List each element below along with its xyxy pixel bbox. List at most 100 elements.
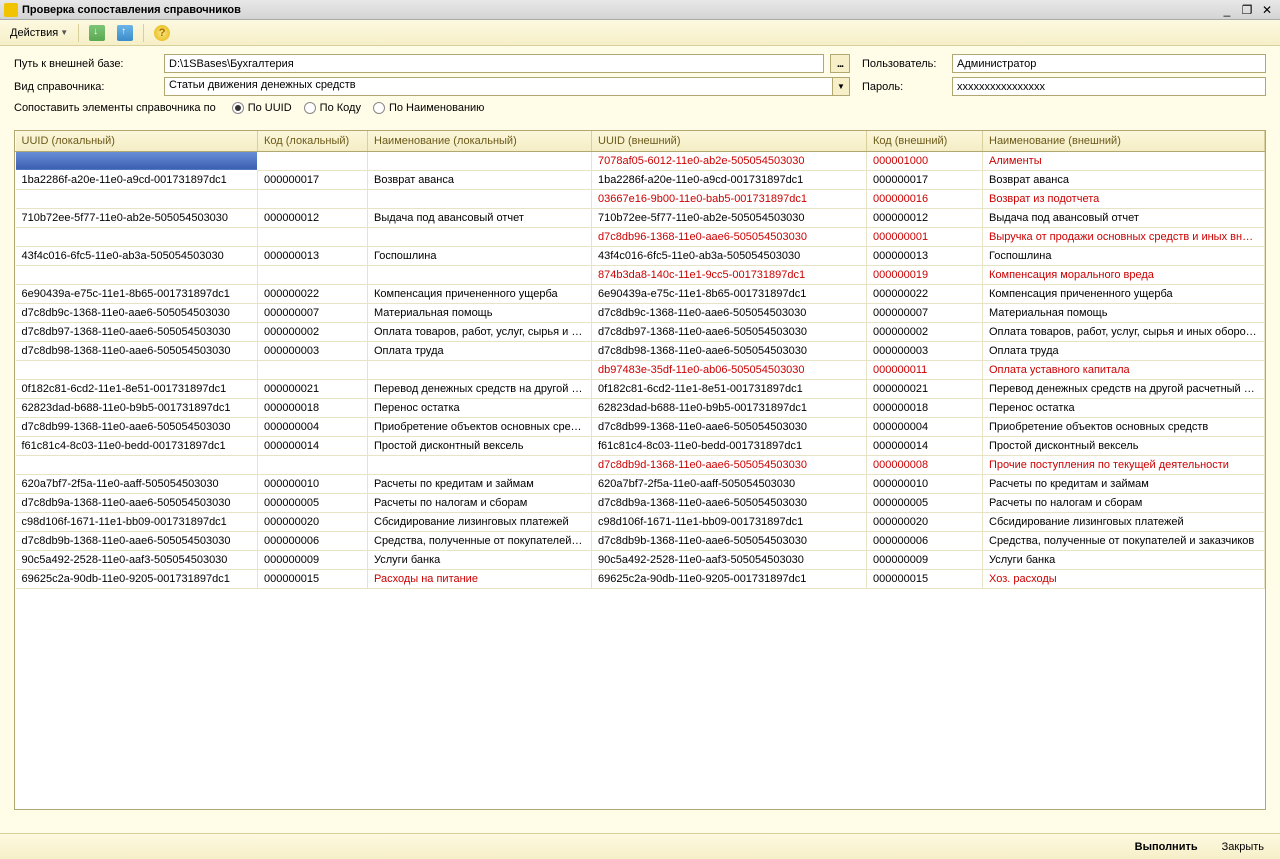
close-button[interactable]: Закрыть [1216, 838, 1270, 856]
cell-uuid-ext: d7c8db9c-1368-11e0-aae6-505054503030 [592, 303, 867, 322]
cell-code-ext: 000000018 [867, 398, 983, 417]
table-row[interactable]: f61c81c4-8c03-11e0-bedd-001731897dc10000… [16, 436, 1265, 455]
table-row[interactable]: 1ba2286f-a20e-11e0-a9cd-001731897dc10000… [16, 170, 1265, 189]
cell-code-ext: 000000005 [867, 493, 983, 512]
cell-uuid-local [16, 360, 258, 379]
cell-uuid-local: c98d106f-1671-11e1-bb09-001731897dc1 [16, 512, 258, 531]
app-icon [4, 3, 18, 17]
cell-code-ext: 000000013 [867, 246, 983, 265]
table-row[interactable]: 03667e16-9b00-11e0-bab5-001731897dc10000… [16, 189, 1265, 208]
table-row[interactable]: 620a7bf7-2f5a-11e0-aaff-5050545030300000… [16, 474, 1265, 493]
table-row[interactable]: 710b72ee-5f77-11e0-ab2e-5050545030300000… [16, 208, 1265, 227]
table-row[interactable]: 0f182c81-6cd2-11e1-8e51-001731897dc10000… [16, 379, 1265, 398]
actions-label: Действия [10, 27, 58, 39]
cell-name-local: Материальная помощь [368, 303, 592, 322]
cell-code-local [258, 455, 368, 474]
window-title: Проверка сопоставления справочников [22, 4, 1218, 16]
col-name-local[interactable]: Наименование (локальный) [368, 131, 592, 151]
cell-uuid-ext: 6e90439a-e75c-11e1-8b65-001731897dc1 [592, 284, 867, 303]
table-header-row: UUID (локальный) Код (локальный) Наимено… [16, 131, 1265, 151]
password-label: Пароль: [862, 81, 946, 93]
cell-name-ext: Простой дисконтный вексель [983, 436, 1265, 455]
cell-code-ext: 000000004 [867, 417, 983, 436]
table-row[interactable]: 7078af05-6012-11e0-ab2e-5050545030300000… [16, 151, 1265, 170]
cell-uuid-local [16, 227, 258, 246]
table-row[interactable]: d7c8db9a-1368-11e0-aae6-5050545030300000… [16, 493, 1265, 512]
cell-name-ext: Сбсидирование лизинговых платежей [983, 512, 1265, 531]
col-code-ext[interactable]: Код (внешний) [867, 131, 983, 151]
cell-code-local [258, 151, 368, 170]
radio-icon [232, 102, 244, 114]
minimize-button[interactable]: _ [1218, 2, 1236, 18]
user-input[interactable] [952, 54, 1266, 73]
maximize-button[interactable]: ❐ [1238, 2, 1256, 18]
cell-code-local: 000000022 [258, 284, 368, 303]
cell-name-ext: Расчеты по кредитам и займам [983, 474, 1265, 493]
cell-uuid-ext: 43f4c016-6fc5-11e0-ab3a-505054503030 [592, 246, 867, 265]
cell-name-local: Выдача под авансовый отчет [368, 208, 592, 227]
type-select[interactable]: Статьи движения денежных средств [164, 77, 832, 96]
cell-name-ext: Компенсация причененного ущерба [983, 284, 1265, 303]
table-row[interactable]: d7c8db96-1368-11e0-aae6-5050545030300000… [16, 227, 1265, 246]
load-button[interactable] [85, 23, 109, 43]
radio-name[interactable]: По Наименованию [373, 102, 484, 114]
cell-uuid-local [16, 455, 258, 474]
cell-uuid-ext: d7c8db9a-1368-11e0-aae6-505054503030 [592, 493, 867, 512]
table-row[interactable]: 90c5a492-2528-11e0-aaf3-5050545030300000… [16, 550, 1265, 569]
col-name-ext[interactable]: Наименование (внешний) [983, 131, 1265, 151]
cell-uuid-local: 710b72ee-5f77-11e0-ab2e-505054503030 [16, 208, 258, 227]
cell-code-local: 000000015 [258, 569, 368, 588]
cell-code-ext: 000000012 [867, 208, 983, 227]
radio-icon [304, 102, 316, 114]
table-row[interactable]: 69625c2a-90db-11e0-9205-001731897dc10000… [16, 569, 1265, 588]
browse-button[interactable]: ... [830, 54, 850, 73]
radio-uuid[interactable]: По UUID [232, 102, 292, 114]
table-row[interactable]: 6e90439a-e75c-11e1-8b65-001731897dc1 0000… [16, 284, 1265, 303]
cell-uuid-ext: d7c8db98-1368-11e0-aae6-505054503030 [592, 341, 867, 360]
table-row[interactable]: d7c8db9d-1368-11e0-aae6-5050545030300000… [16, 455, 1265, 474]
cell-name-local: Перенос остатка [368, 398, 592, 417]
cell-code-local [258, 265, 368, 284]
toolbar-divider [78, 24, 79, 42]
help-button[interactable]: ? [150, 23, 174, 43]
table-row[interactable]: d7c8db9b-1368-11e0-aae6-5050545030300000… [16, 531, 1265, 550]
save-button[interactable] [113, 23, 137, 43]
cell-code-local: 000000006 [258, 531, 368, 550]
close-window-button[interactable]: ✕ [1258, 2, 1276, 18]
radio-uuid-label: По UUID [248, 102, 292, 114]
cell-name-local: Оплата труда [368, 341, 592, 360]
col-uuid-local[interactable]: UUID (локальный) [16, 131, 258, 151]
cell-uuid-ext: 710b72ee-5f77-11e0-ab2e-505054503030 [592, 208, 867, 227]
cell-code-local: 000000018 [258, 398, 368, 417]
table-row[interactable]: d7c8db98-1368-11e0-aae6-5050545030300000… [16, 341, 1265, 360]
cell-name-local: Оплата товаров, работ, услуг, сырья и и.… [368, 322, 592, 341]
cell-uuid-ext: 03667e16-9b00-11e0-bab5-001731897dc1 [592, 189, 867, 208]
col-uuid-ext[interactable]: UUID (внешний) [592, 131, 867, 151]
table-row[interactable]: d7c8db9c-1368-11e0-aae6-5050545030300000… [16, 303, 1265, 322]
form-area: Путь к внешней базе: ... Пользователь: В… [0, 46, 1280, 122]
cell-code-ext: 000000019 [867, 265, 983, 284]
table-row[interactable]: db97483e-35df-11e0-ab06-5050545030300000… [16, 360, 1265, 379]
path-input[interactable] [164, 54, 824, 73]
execute-button[interactable]: Выполнить [1129, 838, 1204, 856]
table-row[interactable]: d7c8db97-1368-11e0-aae6-5050545030300000… [16, 322, 1265, 341]
table-row[interactable]: d7c8db99-1368-11e0-aae6-5050545030300000… [16, 417, 1265, 436]
cell-uuid-local: d7c8db9a-1368-11e0-aae6-505054503030 [16, 493, 258, 512]
cell-code-local [258, 227, 368, 246]
radio-code[interactable]: По Коду [304, 102, 361, 114]
table-row[interactable]: 62823dad-b688-11e0-b9b5-001731897dc10000… [16, 398, 1265, 417]
cell-name-local [368, 189, 592, 208]
password-input[interactable] [952, 77, 1266, 96]
col-code-local[interactable]: Код (локальный) [258, 131, 368, 151]
table-row[interactable]: 43f4c016-6fc5-11e0-ab3a-5050545030300000… [16, 246, 1265, 265]
dropdown-arrow-icon[interactable]: ▼ [832, 77, 850, 96]
cell-code-local: 000000017 [258, 170, 368, 189]
cell-code-ext: 000000007 [867, 303, 983, 322]
cell-name-local: Услуги банка [368, 550, 592, 569]
cell-code-ext: 000000014 [867, 436, 983, 455]
cell-name-local: Приобретение объектов основных сред... [368, 417, 592, 436]
actions-menu-button[interactable]: Действия ▼ [6, 25, 72, 41]
table-row[interactable]: 874b3da8-140c-11e1-9cc5-001731897dc10000… [16, 265, 1265, 284]
comparison-table[interactable]: UUID (локальный) Код (локальный) Наимено… [14, 130, 1266, 810]
table-row[interactable]: c98d106f-1671-11e1-bb09-001731897dc10000… [16, 512, 1265, 531]
